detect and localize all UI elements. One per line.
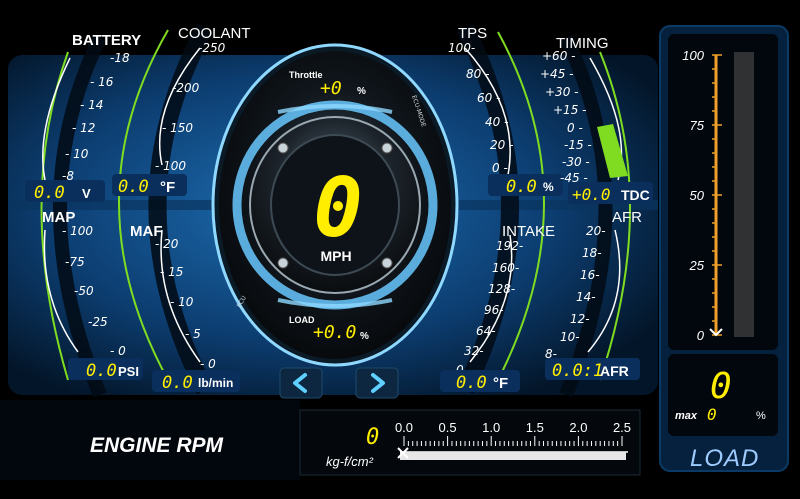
tps-unit: % — [543, 180, 554, 194]
boost-unit: kg-f/cm² — [326, 454, 374, 469]
dashboard: BATTERY -18 - 16 - 14 - 12 - 10 -8 0.0 V… — [0, 23, 789, 480]
afr-tick: 12- — [570, 312, 590, 326]
load-title: LOAD — [690, 445, 759, 472]
coolant-tick: - 150 — [162, 121, 193, 135]
intake-tick: 160- — [492, 261, 519, 275]
afr-unit: AFR — [600, 363, 629, 379]
load-value: 0 — [710, 366, 732, 407]
coolant-unit: °F — [160, 179, 175, 196]
map-tick: -50 — [74, 284, 94, 298]
intake-tick: 192- — [496, 239, 523, 253]
tps-tick: 100- — [448, 41, 475, 55]
afr-tick: 14- — [576, 290, 596, 304]
intake-label: INTAKE — [502, 223, 555, 240]
map-tick: -25 — [88, 315, 108, 329]
battery-unit: V — [82, 186, 91, 201]
timing-tick: -15 - — [564, 138, 592, 152]
maf-tick: - 0 — [200, 357, 216, 371]
timing-tick: +45 - — [540, 67, 573, 81]
intake-tick: 128- — [488, 282, 515, 296]
afr-tick: 18- — [582, 246, 602, 260]
tps-tick: 40 - — [485, 115, 508, 129]
map-unit: PSI — [118, 364, 139, 379]
tps-tick: 0 - — [492, 161, 508, 175]
timing-tick: +30 - — [545, 85, 578, 99]
afr-tick: 16- — [580, 268, 600, 282]
battery-tick: - 14 — [80, 98, 103, 112]
coolant-tick: - 100 — [155, 159, 186, 173]
intake-tick: 64- — [476, 324, 496, 338]
tps-value: 0.0 — [506, 177, 537, 197]
load-max-value: 0 — [707, 405, 717, 424]
map-value: 0.0 — [86, 361, 117, 381]
boost-tick-label: 2.5 — [613, 420, 631, 435]
timing-tick: -30 - — [562, 155, 590, 169]
load-unit-small: % — [360, 331, 369, 342]
intake-tick: 32- — [464, 344, 484, 358]
map-tick: - 0 — [110, 344, 126, 358]
battery-value: 0.0 — [34, 183, 65, 203]
afr-tick: 20- — [586, 224, 606, 238]
engine-rpm-label: ENGINE RPM — [90, 434, 224, 457]
boost-tick-label: 2.0 — [569, 420, 587, 435]
load-bar-track — [734, 52, 754, 337]
intake-tick: 96- — [484, 303, 504, 317]
boost-track — [400, 452, 626, 460]
coolant-label: COOLANT — [178, 25, 251, 42]
load-max-label: max — [675, 410, 698, 422]
coolant-tick: -250 — [198, 41, 226, 55]
boost-tick-label: 1.5 — [526, 420, 544, 435]
tps-label: TPS — [458, 25, 487, 42]
intake-unit: °F — [493, 375, 508, 392]
battery-tick: -18 — [110, 51, 130, 65]
intake-value: 0.0 — [456, 373, 487, 393]
load-bar-panel — [668, 34, 778, 350]
timing-unit: TDC — [621, 187, 650, 203]
tps-tick: 60 - — [477, 91, 500, 105]
battery-label: BATTERY — [72, 32, 141, 49]
load-tick-label: 0 — [697, 328, 705, 343]
throttle-label: Throttle — [289, 70, 323, 80]
load-label-small: LOAD — [289, 315, 315, 325]
timing-tick: +60 - — [542, 49, 575, 63]
coolant-value: 0.0 — [118, 177, 149, 197]
prev-button[interactable] — [279, 367, 323, 399]
load-tick-label: 75 — [690, 118, 705, 133]
battery-tick: - 10 — [65, 147, 89, 161]
load-value-small: +0.0 — [313, 322, 356, 343]
boost-tick-label: 0.0 — [395, 420, 413, 435]
afr-label: AFR — [612, 209, 642, 226]
coolant-tick: -200 — [172, 81, 200, 95]
afr-tick: 10- — [560, 330, 580, 344]
timing-value: +0.0 — [572, 185, 611, 204]
throttle-unit: % — [357, 86, 366, 97]
boost-tick-label: 1.0 — [482, 420, 500, 435]
battery-tick: - 12 — [72, 121, 95, 135]
load-unit: % — [756, 410, 766, 422]
throttle-value: +0 — [320, 78, 342, 99]
speed-unit: MPH — [320, 248, 351, 264]
tps-tick: 20 - — [490, 138, 513, 152]
maf-value: 0.0 — [162, 373, 193, 393]
load-tick-label: 50 — [690, 188, 705, 203]
boost-value: 0 — [366, 425, 379, 450]
speed-value: 0 — [313, 161, 362, 256]
maf-tick: - 10 — [170, 295, 194, 309]
load-tick-label: 25 — [689, 258, 705, 273]
next-button[interactable] — [355, 367, 399, 399]
maf-tick: - 5 — [185, 327, 201, 341]
battery-tick: - 16 — [90, 75, 114, 89]
load-tick-label: 100 — [682, 48, 704, 63]
tps-tick: 80 - — [466, 67, 489, 81]
timing-tick: +15 - — [553, 103, 586, 117]
maf-tick: - 20 — [155, 237, 179, 251]
maf-tick: - 15 — [160, 265, 183, 279]
boost-tick-label: 0.5 — [439, 420, 457, 435]
maf-unit: lb/min — [198, 376, 233, 390]
map-tick: - 100 — [62, 224, 93, 238]
afr-value: 0.0:1 — [552, 361, 603, 381]
timing-tick: 0 - — [567, 121, 583, 135]
map-tick: -75 — [65, 255, 85, 269]
